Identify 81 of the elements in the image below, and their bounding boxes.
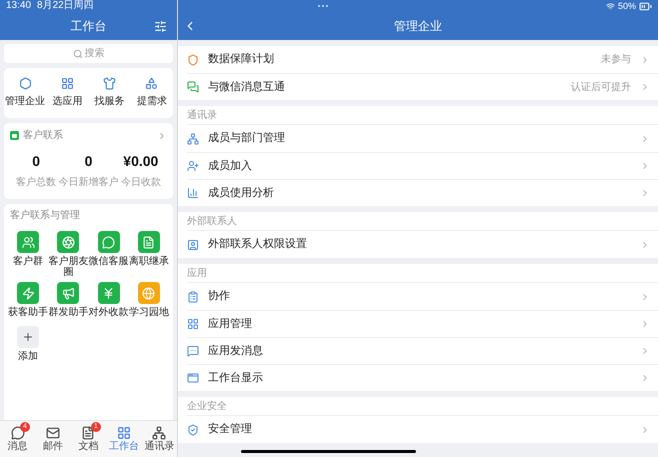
app-label[interactable]: 获客助手 [7,307,50,318]
filter-icon[interactable] [154,20,167,32]
wifi-icon [606,2,615,10]
stat-label: 客户总数 [16,176,56,190]
row-icon [187,54,199,66]
page-title: 管理企业 [394,18,442,35]
app-icon[interactable] [98,231,120,253]
row-icon [187,81,199,93]
battery-level: 50% [618,0,636,12]
row-icon [187,160,199,172]
stat-value: ¥0.00 [123,152,158,171]
app-label[interactable]: 选应用 [52,94,82,109]
contact-icon [10,131,19,140]
settings-row[interactable]: 应用管理 [187,310,658,337]
app-icon[interactable] [57,231,80,253]
card-title: 客户联系 [23,128,63,143]
app-label[interactable]: 对外收款 [88,307,130,318]
app-icon[interactable] [138,282,160,304]
row-icon [187,345,199,357]
row-icon [187,424,199,436]
app-label[interactable]: 客户朋友圈 [47,256,90,278]
app-label[interactable]: 学习园地 [128,307,170,318]
settings-row[interactable]: 应用发消息 [187,337,658,364]
tab-icon [46,426,60,440]
card-title: 客户联系与管理 [9,208,81,223]
plus-icon [22,331,34,343]
tab-icon [152,426,166,440]
search-icon [72,48,82,58]
settings-row[interactable]: 与微信消息互通 认证后可提升 [187,73,658,100]
battery-icon [639,0,652,12]
row-icon [187,290,199,302]
status-date: 8月22日周四 [37,0,94,12]
section-header: 企业安全 [187,400,227,414]
row-value: 认证后可提升 [571,80,631,94]
app-icon[interactable] [98,282,120,304]
settings-row[interactable]: 工作台显示 [187,364,658,391]
tab-bar-item[interactable]: 邮件 [35,421,71,457]
status-time: 13:40 [6,0,32,12]
settings-row[interactable]: 安全管理 [187,416,658,443]
row-icon [187,238,199,250]
row-icon [187,132,199,144]
stat-value: 0 [32,152,40,171]
tab-icon [116,426,131,440]
add-button[interactable] [17,326,40,348]
app-label[interactable]: 离职继承 [128,256,170,267]
app-icon[interactable] [60,77,74,90]
settings-row[interactable]: 协作 [187,283,658,310]
stat-label: 今日收款 [120,176,161,190]
app-label[interactable]: 找服务 [94,94,125,109]
section-header: 通讯录 [187,108,217,122]
app-icon[interactable] [17,231,40,253]
tab-bar-item[interactable]: 通讯录 [142,421,177,457]
app-label[interactable]: 提需求 [136,94,167,109]
stat-label: 今日新增客户 [58,176,118,190]
tab-bar-item[interactable]: 工作台 [106,421,142,457]
app-icon[interactable] [57,282,80,304]
app-label[interactable]: 管理企业 [5,94,46,109]
app-icon[interactable] [138,231,160,253]
section-header: 外部联系人 [187,214,237,228]
app-label[interactable]: 微信客服 [88,256,130,267]
app-icon[interactable] [103,77,116,90]
row-icon [187,318,199,330]
tab-icon [10,426,25,440]
row-icon [187,372,199,384]
app-icon[interactable] [17,282,40,304]
app-label[interactable]: 群发助手 [47,307,90,318]
row-value: 未参与 [601,52,631,67]
section-header: 应用 [187,266,207,280]
tab-icon [81,426,96,440]
settings-row[interactable]: 成员加入 [187,152,658,179]
row-icon [187,187,199,199]
settings-row[interactable]: 成员与部门管理 [187,125,658,152]
app-icon[interactable] [145,77,158,90]
settings-row[interactable]: 数据保障计划 未参与 [187,46,658,73]
add-label: 添加 [18,351,38,362]
app-icon[interactable] [18,77,32,90]
stat-value: 0 [84,152,92,171]
settings-row[interactable]: 成员使用分析 [187,179,658,206]
app-label[interactable]: 客户群 [7,256,50,267]
settings-row[interactable]: 外部联系人权限设置 [187,231,658,258]
sidebar-title: 工作台 [70,18,106,35]
